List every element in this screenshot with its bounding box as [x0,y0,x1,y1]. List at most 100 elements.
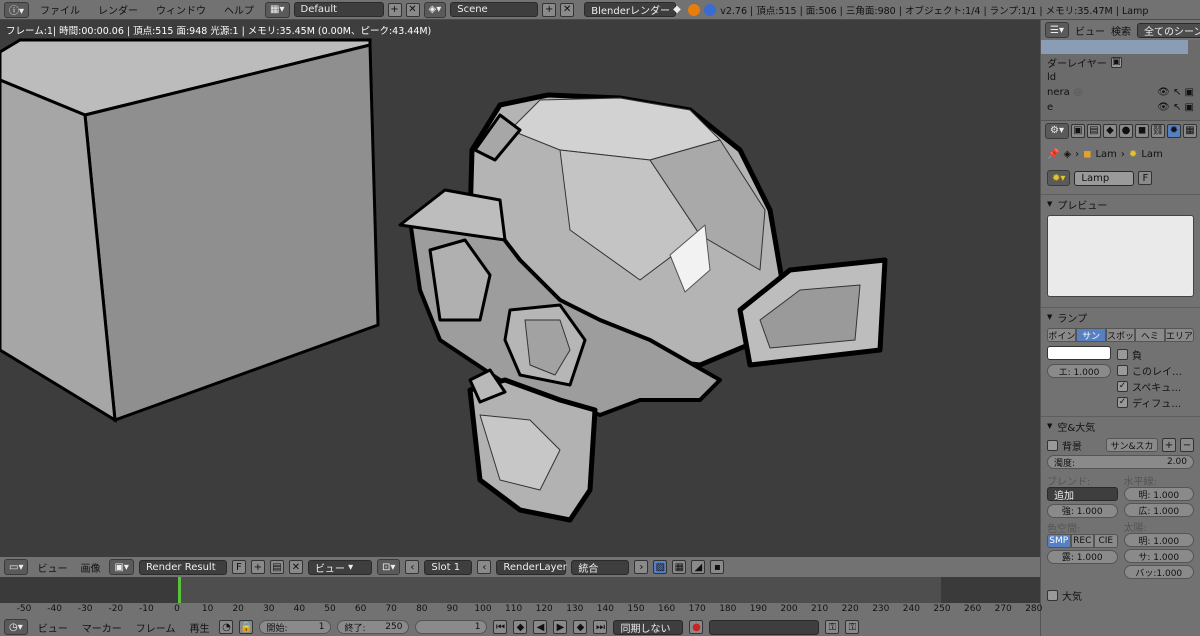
remove-scene-button[interactable]: ✕ [560,2,575,17]
3d-viewport[interactable]: フレーム:1| 時間:00:00.06 | 頂点:515 面:948 光源:1 … [0,20,1040,557]
back-scatter-field[interactable]: バッ:1.000 [1123,565,1194,579]
play-reverse-button[interactable]: ◀ [533,620,548,634]
world-tab-icon[interactable]: ● [1118,123,1133,138]
exposure-field[interactable]: 露: 1.000 [1047,549,1118,564]
lamp-data-tab-icon[interactable]: ✹ [1166,123,1181,138]
image-browse-icon[interactable]: ▣▾ [109,559,134,575]
info-editor-icon[interactable]: ⓘ▾ [4,1,30,18]
timeline-view-menu[interactable]: ビュー [34,620,72,635]
lamp-type-spot[interactable]: スポッ [1105,328,1136,342]
layers-tab-icon[interactable]: ▤ [1086,123,1101,138]
energy-field[interactable]: エ: 1.000 [1047,364,1111,378]
image-view-menu[interactable]: ビュー [33,560,71,575]
lamp-type-sun[interactable]: サン [1076,328,1106,342]
lamp-name-field[interactable]: Lamp [1074,170,1135,186]
outliner-item[interactable]: nera [1047,87,1070,98]
pivot-icon[interactable]: ⊡▾ [376,559,401,575]
image-mode-select[interactable]: ビュー ▾ [307,559,372,575]
visibility-icon[interactable]: 👁 ↖ ▣ [1157,102,1194,113]
sky-checkbox[interactable] [1047,439,1058,451]
timeline[interactable]: -50 -40 -30 -20 -10 0 10 20 30 40 50 60 70 80 90 100 110… [0,577,1042,618]
prev-keyframe-button[interactable]: ◆ [513,620,528,634]
new-image-button[interactable]: + [250,560,265,574]
sky-preset-select[interactable]: サン&スカ [1106,438,1158,452]
scene-field[interactable]: Scene [450,2,539,17]
menu-window[interactable]: ウィンドウ [149,2,213,17]
object-tab-icon[interactable]: ◼ [1134,123,1149,138]
timeline-frame-menu[interactable]: フレーム [132,620,180,635]
outliner-view-menu[interactable]: ビュー [1075,23,1105,38]
outliner-item[interactable]: ld [1047,72,1056,83]
alpha-channel-icon[interactable]: ▦ [672,560,687,574]
record-button[interactable]: ● [689,620,704,634]
lamp-type-point[interactable]: ポイン [1047,328,1077,342]
image-editor-icon[interactable]: ▭▾ [4,559,29,575]
draw-channels-icon[interactable]: ▨ [653,560,668,574]
screen-layout-icon[interactable]: ▦▾ [265,1,290,18]
next-pass-button[interactable]: › [634,560,649,574]
menu-file[interactable]: ファイル [33,2,87,17]
lamp-type-hemi[interactable]: ヘミ [1135,328,1165,342]
render-result-field[interactable]: Render Result [138,559,227,575]
pin-image-icon[interactable]: ▪ [710,560,725,574]
lamp-panel-title[interactable]: ランプ [1041,308,1200,326]
insert-keyframe-icon[interactable]: ⚿ [825,620,840,634]
prev-slot-button[interactable]: ‹ [405,560,420,574]
preview-range-icon[interactable]: ◔ [219,620,234,634]
add-layout-button[interactable]: + [387,2,402,17]
image-fake-user-button[interactable]: F [231,560,246,574]
this-layer-checkbox[interactable] [1117,364,1128,376]
prev-layer-button[interactable]: ‹ [477,560,492,574]
visibility-icon[interactable]: 👁 ↖ ▣ [1157,87,1194,98]
remove-preset-button[interactable]: − [1180,438,1194,452]
all-scenes-select[interactable]: 全てのシーン [1136,22,1200,38]
fake-user-button[interactable]: F [1138,171,1153,185]
start-frame-field[interactable]: 開始: 1 [259,620,332,634]
constraint-tab-icon[interactable]: ⛓ [1150,123,1165,138]
timeline-editor-icon[interactable]: ◷▾ [4,619,28,635]
render-tab-icon[interactable]: ▣ [1070,123,1085,138]
diffuse-checkbox[interactable]: ✓ [1117,396,1128,408]
texture-tab-icon[interactable]: ▦ [1182,123,1197,138]
sun-size-field[interactable]: サ: 1.000 [1123,549,1194,563]
menu-help[interactable]: ヘルプ [217,2,261,17]
pin-icon[interactable]: 📌 [1047,149,1059,160]
render-engine-select[interactable]: Blenderレンダー ◆ [584,2,681,17]
keying-set-field[interactable] [709,619,820,635]
negative-checkbox[interactable] [1117,348,1128,360]
lamp-color-swatch[interactable] [1047,346,1111,360]
slot-select[interactable]: Slot 1 [424,559,473,575]
play-button[interactable]: ▶ [553,620,568,634]
jump-end-button[interactable]: ⏭ [593,620,608,634]
colorspace-smp[interactable]: SMP [1047,533,1071,548]
outliner-selected-row[interactable] [1041,40,1188,54]
add-scene-button[interactable]: + [542,2,557,17]
jump-start-button[interactable]: ⏮ [493,620,508,634]
timeline-marker-menu[interactable]: マーカー [78,620,126,635]
z-buffer-icon[interactable]: ◢ [691,560,706,574]
layout-field[interactable]: Default [293,2,384,17]
current-frame-marker[interactable] [178,577,181,603]
outliner-item[interactable]: ダーレイヤー [1047,55,1107,70]
render-layer-select[interactable]: RenderLayer [496,559,567,575]
horizon-spread-field[interactable]: 広: 1.000 [1123,503,1194,517]
current-frame-field[interactable]: 1 [415,620,488,634]
scene-tab-icon[interactable]: ◆ [1102,123,1117,138]
end-frame-field[interactable]: 終了: 250 [337,620,410,634]
horizon-brightness-field[interactable]: 明: 1.000 [1123,487,1194,501]
properties-editor-icon[interactable]: ⚙▾ [1045,122,1069,139]
add-preset-button[interactable]: + [1162,438,1176,452]
unlink-image-button[interactable]: ✕ [288,560,303,574]
colorspace-rec[interactable]: REC [1070,533,1094,548]
outliner-editor-icon[interactable]: ☰▾ [1045,22,1069,38]
atmosphere-checkbox[interactable] [1047,589,1058,601]
scene-icon[interactable]: ◈▾ [423,1,447,18]
blend-select[interactable]: 追加 [1047,487,1118,502]
menu-render[interactable]: レンダー [91,2,145,17]
image-menu[interactable]: 画像 [76,560,104,575]
lamp-type-area[interactable]: エリア [1164,328,1195,342]
remove-layout-button[interactable]: ✕ [405,2,420,17]
open-image-button[interactable]: ▤ [269,560,284,574]
next-keyframe-button[interactable]: ◆ [573,620,588,634]
strength-field[interactable]: 強: 1.000 [1047,503,1118,518]
